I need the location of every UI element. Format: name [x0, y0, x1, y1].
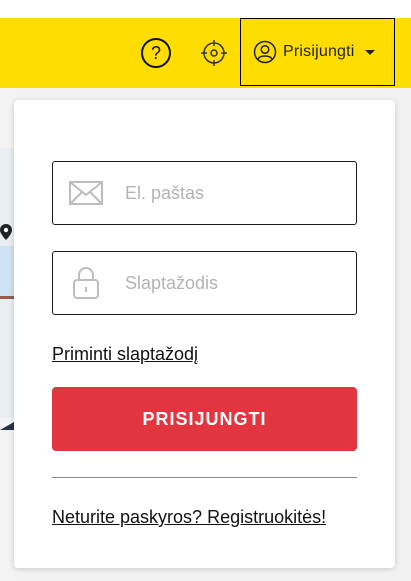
crosshair-icon	[201, 40, 227, 66]
svg-text:?: ?	[151, 43, 161, 63]
register-link[interactable]: Neturite paskyros? Registruokitės!	[52, 507, 326, 528]
login-submit-button[interactable]: PRISIJUNGTI	[52, 387, 357, 451]
background-map	[0, 88, 14, 581]
help-button[interactable]: ?	[140, 37, 172, 69]
email-input[interactable]	[123, 181, 327, 205]
password-input[interactable]	[123, 271, 327, 295]
login-dropdown-panel: Priminti slaptažodį PRISIJUNGTI Neturite…	[14, 100, 395, 568]
divider	[52, 477, 357, 478]
envelope-icon	[69, 179, 103, 207]
question-circle-icon: ?	[141, 38, 171, 68]
login-toggle-label: Prisijungti	[283, 43, 355, 60]
password-field-container	[52, 251, 357, 315]
chevron-down-icon	[364, 49, 375, 55]
top-strip	[0, 0, 411, 18]
locate-button[interactable]	[198, 37, 230, 69]
map-pin-icon	[0, 224, 12, 240]
remind-password-link[interactable]: Priminti slaptažodį	[52, 344, 198, 365]
email-field-container	[52, 161, 357, 225]
user-circle-icon	[253, 40, 277, 64]
app-root: ? Prisijungti El. paštas Priminti slapta…	[0, 0, 411, 581]
lock-icon	[69, 267, 103, 299]
login-toggle-button[interactable]: Prisijungti	[240, 18, 395, 86]
